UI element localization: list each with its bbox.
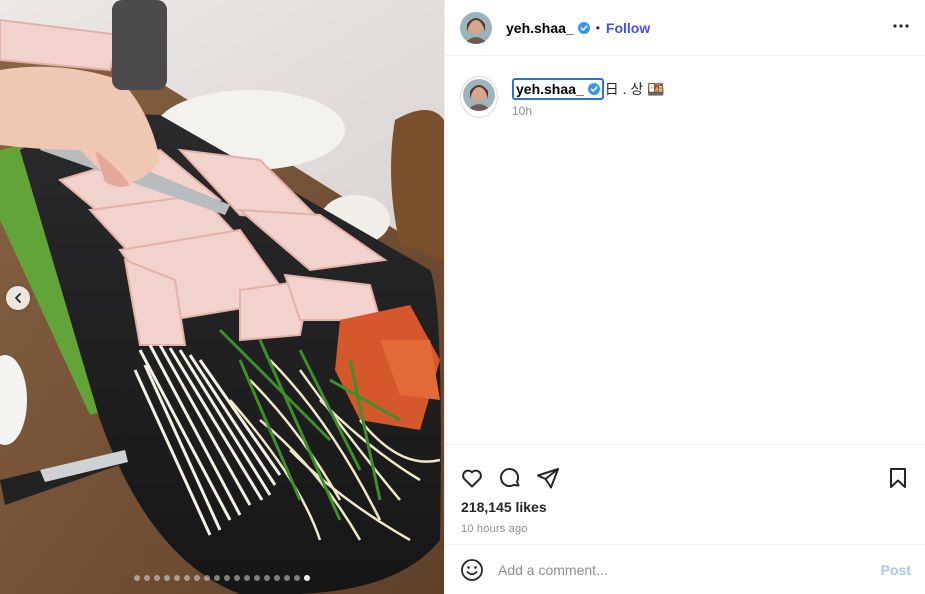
grill-photo-image <box>0 0 444 594</box>
header-username[interactable]: yeh.shaa_ <box>506 20 574 36</box>
bookmark-icon <box>890 468 906 488</box>
carousel-dots <box>0 575 444 581</box>
carousel-dot <box>244 575 250 581</box>
like-button[interactable] <box>460 466 484 490</box>
carousel-dot <box>204 575 210 581</box>
carousel-dot <box>284 575 290 581</box>
carousel-dot <box>164 575 170 581</box>
caption-line: yeh.shaa_ 日 . 상 🍱 <box>512 78 665 100</box>
post-actions-section: 218,145 likes 10 hours ago <box>445 444 925 535</box>
carousel-dot <box>254 575 260 581</box>
instagram-post-modal: yeh.shaa_ • Follow yeh.shaa_ 日 . 상 🍱 10h… <box>0 0 925 594</box>
post-panel: yeh.shaa_ • Follow yeh.shaa_ 日 . 상 🍱 10h… <box>444 0 925 594</box>
caption-body: yeh.shaa_ 日 . 상 🍱 10h <box>512 78 665 118</box>
caption-text: 日 . 상 🍱 <box>604 81 665 97</box>
chevron-left-icon <box>15 293 21 303</box>
emoji-smiley-icon[interactable] <box>460 558 484 582</box>
header-separator: • <box>595 20 600 35</box>
post-photo[interactable] <box>0 0 444 594</box>
carousel-dot <box>144 575 150 581</box>
carousel-dot <box>174 575 180 581</box>
carousel-dot <box>134 575 140 581</box>
verified-badge-icon <box>587 83 600 95</box>
save-button[interactable] <box>886 466 910 490</box>
heart-icon <box>462 469 482 488</box>
follow-button[interactable]: Follow <box>606 20 650 36</box>
comment-button[interactable] <box>498 466 522 490</box>
previous-slide-button[interactable] <box>6 286 30 310</box>
add-comment-bar: Post <box>445 544 925 594</box>
verified-badge-icon <box>577 21 590 34</box>
caption-avatar <box>463 79 495 111</box>
post-time-ago[interactable]: 10 hours ago <box>445 523 925 535</box>
comment-input[interactable] <box>498 561 881 578</box>
caption-username-link[interactable]: yeh.shaa_ <box>512 78 604 100</box>
avatar[interactable] <box>460 11 492 44</box>
carousel-dot <box>304 575 310 581</box>
carousel-dot <box>234 575 240 581</box>
paper-plane-icon <box>537 468 559 489</box>
like-count[interactable]: 218,145 likes <box>445 499 925 515</box>
share-button[interactable] <box>536 466 560 490</box>
post-caption: yeh.shaa_ 日 . 상 🍱 10h <box>460 76 665 118</box>
post-header: yeh.shaa_ • Follow <box>445 0 925 56</box>
caption-timestamp[interactable]: 10h <box>512 104 665 118</box>
carousel-dot <box>184 575 190 581</box>
carousel-dot <box>274 575 280 581</box>
profile-photo-icon <box>463 79 495 111</box>
post-comment-button[interactable]: Post <box>881 562 911 578</box>
carousel-dot <box>154 575 160 581</box>
carousel-dot <box>214 575 220 581</box>
action-bar <box>445 445 925 497</box>
carousel-dot <box>294 575 300 581</box>
more-options-icon[interactable] <box>891 18 911 38</box>
carousel-dot <box>224 575 230 581</box>
comment-bubble-icon <box>500 468 520 488</box>
caption-avatar-ring[interactable] <box>460 76 498 118</box>
caption-username: yeh.shaa_ <box>516 81 584 97</box>
carousel-dot <box>264 575 270 581</box>
profile-photo-icon <box>460 11 492 44</box>
carousel-dot <box>194 575 200 581</box>
